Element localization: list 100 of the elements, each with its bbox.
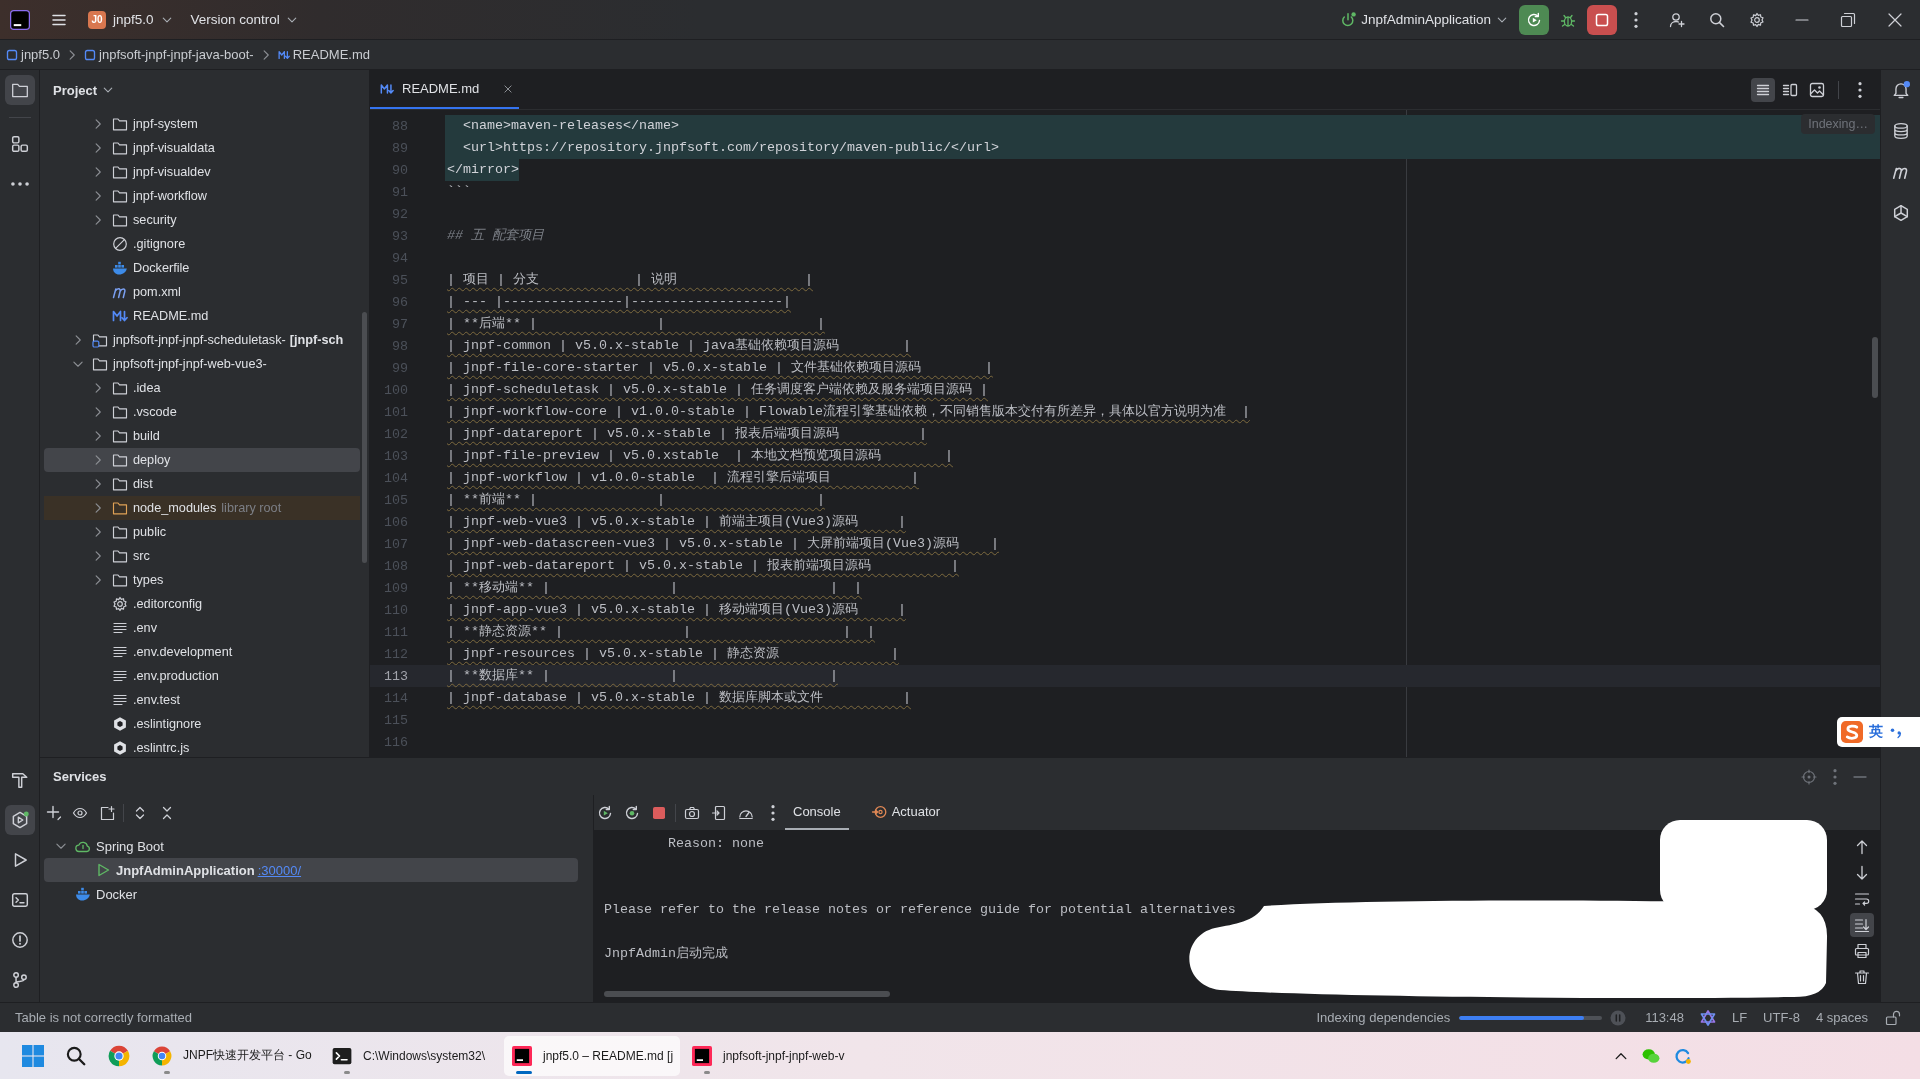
indent-widget[interactable]: 4 spaces (1815, 1010, 1868, 1025)
tree-item[interactable]: .env.production (44, 664, 360, 688)
ime-mode-toggle[interactable]: 英 (1869, 723, 1883, 741)
more-icon[interactable] (771, 804, 775, 821)
folder-icon (10, 81, 29, 99)
taskbar-window-button[interactable]: jnpfsoft-jnpf-jnpf-web-v (684, 1035, 860, 1076)
database-icon[interactable] (1891, 122, 1910, 140)
scroll-to-end-button[interactable] (1849, 913, 1874, 937)
taskbar-window-button[interactable]: jnpf5.0 – README.md [j (504, 1035, 680, 1076)
code-line: | **静态资源** | | | | (446, 623, 875, 641)
console-output-line: JnpfAdmin启动完成 (604, 945, 728, 963)
tree-item[interactable]: jnpfsoft-jnpf-jnpf-web-vue3- (44, 352, 360, 376)
tree-item[interactable]: .eslintrc.js (44, 736, 360, 757)
markdown-file-icon (380, 81, 394, 96)
folder-icon (112, 188, 128, 204)
star-hexagram-icon[interactable] (1699, 1009, 1716, 1026)
vcs-menu-button[interactable]: Version control (190, 12, 298, 27)
tree-item[interactable]: src (44, 544, 360, 568)
tree-item[interactable]: jnpf-system (44, 112, 360, 136)
start-icon[interactable] (22, 1044, 44, 1067)
tree-item[interactable]: security (44, 208, 360, 232)
settings-icon[interactable] (1749, 11, 1765, 28)
exit-icon[interactable] (711, 804, 727, 821)
hexagon-icon (112, 716, 128, 732)
soft-wrap-icon (1853, 891, 1870, 907)
tree-item[interactable]: jnpf-visualdev (44, 160, 360, 184)
tree-item[interactable]: deploy (44, 448, 360, 472)
unlocked-padlock-icon[interactable] (1885, 1009, 1901, 1026)
caret-position[interactable]: 113:48 (1645, 1010, 1684, 1025)
close-icon[interactable] (1887, 11, 1903, 28)
taskbar-window-button[interactable]: C:\Windows\system32\ (324, 1035, 500, 1076)
stop-icon[interactable] (651, 804, 667, 821)
tree-item[interactable]: types (44, 568, 360, 592)
target-icon[interactable] (1801, 768, 1817, 785)
tree-item[interactable]: jnpfsoft-jnpf-jnpf-scheduletask- [jnpf-sch (44, 328, 360, 352)
tree-item[interactable]: JnpfAdminApplication :30000/ (44, 858, 578, 882)
tree-item[interactable]: build (44, 424, 360, 448)
tree-item[interactable]: node_modules library root (44, 496, 360, 520)
code-line: | jnpf-database | v5.0.x-stable | 数据库脚本或文件 | (446, 689, 911, 707)
restore-icon[interactable] (1840, 11, 1856, 28)
tree-item[interactable]: pom.xml (44, 280, 360, 304)
project-view-selector[interactable]: Project (53, 82, 115, 98)
circular-arrow-icon[interactable] (1674, 1046, 1692, 1065)
tree-item[interactable]: .env (44, 616, 360, 640)
camera-icon[interactable] (684, 804, 700, 821)
rerun-debug-icon[interactable] (624, 804, 640, 821)
vertical-scrollbar[interactable] (1872, 337, 1878, 398)
tree-item[interactable]: jnpf-visualdata (44, 136, 360, 160)
search-icon[interactable] (1709, 11, 1725, 28)
rerun-icon[interactable] (597, 804, 613, 821)
tree-item[interactable]: .gitignore (44, 232, 360, 256)
search-icon[interactable] (66, 1045, 86, 1066)
printer-icon (1853, 943, 1870, 959)
breadcrumb-item[interactable]: jnpf5.0 (6, 47, 61, 62)
tree-item[interactable]: .vscode (44, 400, 360, 424)
browser-icon[interactable] (108, 1044, 130, 1067)
console-tab[interactable]: Actuator (862, 795, 949, 830)
status-message: Table is not correctly formatted (15, 1010, 193, 1025)
stop-button[interactable] (1587, 4, 1617, 35)
tree-item[interactable]: Dockerfile (44, 256, 360, 280)
run-config-selector[interactable]: JnpfAdminApplication (1340, 11, 1508, 28)
close-icon[interactable] (503, 83, 514, 94)
text-file-icon (112, 620, 128, 636)
encoding-widget[interactable]: UTF-8 (1763, 1010, 1800, 1025)
tree-item[interactable]: README.md (44, 304, 360, 328)
tree-item[interactable]: jnpf-workflow (44, 184, 360, 208)
whale-icon (75, 886, 91, 902)
more-icon[interactable] (1858, 81, 1862, 98)
module-folder-icon (92, 332, 108, 348)
tree-item[interactable]: Spring Boot (44, 834, 578, 858)
services-tool-button[interactable] (4, 805, 35, 835)
project-switcher[interactable]: J0 jnpf5.0 (88, 10, 173, 29)
breadcrumb-item[interactable]: README.md (277, 47, 370, 62)
horizontal-scrollbar[interactable] (604, 991, 890, 997)
add-icon[interactable] (46, 804, 62, 821)
breadcrumb-item[interactable]: jnpfsoft-jnpf-jnpf-java-boot- (84, 47, 254, 62)
bell-icon[interactable] (1891, 81, 1910, 99)
editor-only-button[interactable] (1751, 77, 1775, 102)
tree-item[interactable]: dist (44, 472, 360, 496)
hexagon-icon[interactable] (1891, 204, 1910, 222)
code-line: ``` (446, 183, 471, 201)
line-separator-widget[interactable]: LF (1731, 1010, 1748, 1025)
code-line: | jnpf-scheduletask | v5.0.x-stable | 任务调度客户端依赖及服务端项目源码 | (446, 381, 988, 399)
tree-item[interactable]: public (44, 520, 360, 544)
slashed-circle-icon (112, 236, 128, 252)
vertical-scrollbar[interactable] (362, 312, 367, 563)
tree-item[interactable]: .idea (44, 376, 360, 400)
project-tool-button[interactable] (4, 75, 35, 105)
add-user-icon[interactable] (1669, 11, 1685, 28)
text-file-icon (112, 668, 128, 684)
rerun-button[interactable] (1519, 4, 1549, 35)
new-tab-icon[interactable] (99, 804, 115, 821)
tree-item[interactable]: .eslintignore (44, 712, 360, 736)
taskbar-window-button[interactable]: JNPF快速开发平台 - Go (144, 1035, 320, 1076)
editor-tab[interactable]: README.md (370, 70, 520, 109)
more-icon[interactable] (1634, 11, 1638, 28)
tree-item[interactable]: .editorconfig (44, 592, 360, 616)
tree-item[interactable]: .env.development (44, 640, 360, 664)
tree-item[interactable]: .env.test (44, 688, 360, 712)
tree-item[interactable]: Docker (44, 882, 578, 906)
